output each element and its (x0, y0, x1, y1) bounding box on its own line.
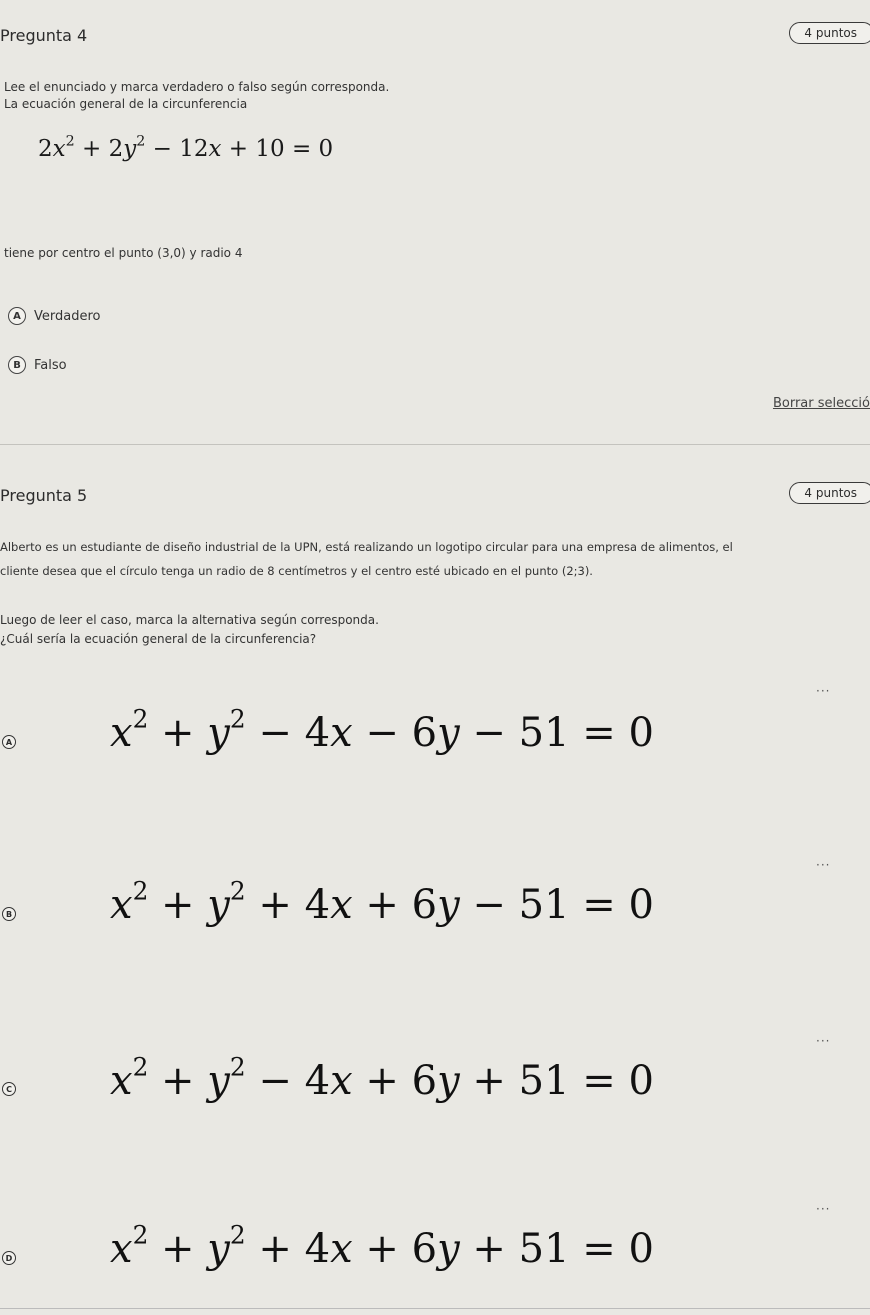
question-4-title: Pregunta 4 (0, 26, 88, 45)
eq-y-term: − 6 (352, 710, 438, 756)
answer-letter-c: C (2, 1082, 16, 1096)
answer-equation-b: x2 + y2 + 4x + 6y − 51 = 0 (110, 876, 654, 928)
question-5-paragraph-line-1: Alberto es un estudiante de diseño indus… (0, 540, 733, 554)
more-options-icon[interactable]: ··· (816, 858, 830, 872)
question-4-statement-intro: La ecuación general de la circunferencia (4, 97, 248, 111)
eq-constant: − 51 = 0 (459, 710, 654, 756)
question-5-option-c[interactable]: C x2 + y2 − 4x + 6y + 51 = 0 ··· (0, 1034, 870, 1132)
question-5-header: Pregunta 5 4 puntos (0, 482, 870, 516)
question-5-title: Pregunta 5 (0, 486, 88, 505)
question-4-option-a[interactable]: A Verdadero (8, 303, 100, 329)
quiz-page: Pregunta 4 4 puntos Lee el enunciado y m… (0, 0, 870, 1315)
more-options-icon[interactable]: ··· (816, 1034, 830, 1048)
answer-equation-d: x2 + y2 + 4x + 6y + 51 = 0 (110, 1220, 654, 1272)
question-5-points-badge: 4 puntos (789, 482, 870, 504)
question-5-option-b[interactable]: B x2 + y2 + 4x + 6y − 51 = 0 ··· (0, 858, 870, 954)
more-options-icon[interactable]: ··· (816, 1202, 830, 1216)
question-4-header: Pregunta 4 4 puntos (0, 22, 870, 56)
eq-x-term: − 4 (245, 710, 331, 756)
option-label-a: Verdadero (34, 308, 101, 324)
question-4-option-b[interactable]: B Falso (8, 352, 67, 378)
answer-equation-a: x2 + y2 − 4x − 6y − 51 = 0 (110, 704, 654, 756)
eq-y-term: + 6 (352, 1226, 438, 1272)
clear-selection-link[interactable]: Borrar selecció (773, 396, 870, 411)
answer-letter-d: D (2, 1251, 16, 1265)
eq-x-term: + 4 (245, 882, 331, 928)
question-4-statement-end: tiene por centro el punto (3,0) y radio … (4, 246, 243, 260)
answer-letter-b: B (2, 907, 16, 921)
question-5-paragraph-line-2: cliente desea que el círculo tenga un ra… (0, 564, 593, 578)
question-5-option-d[interactable]: D x2 + y2 + 4x + 6y + 51 = 0 ··· (0, 1202, 870, 1302)
question-4-points-badge: 4 puntos (789, 22, 870, 44)
question-4-instruction: Lee el enunciado y marca verdadero o fal… (4, 80, 390, 94)
eq-y-term: + 6 (352, 1058, 438, 1104)
eq-x-term: − 4 (245, 1058, 331, 1104)
answer-letter-a: A (2, 735, 16, 749)
option-letter-a: A (8, 307, 26, 325)
eq-constant: + 51 = 0 (459, 1226, 654, 1272)
question-5-instruction: Luego de leer el caso, marca la alternat… (0, 613, 379, 627)
eq-constant: − 51 = 0 (459, 882, 654, 928)
question-5-option-a[interactable]: A x2 + y2 − 4x − 6y − 51 = 0 ··· (0, 684, 870, 780)
eq-term-b: 2 (108, 136, 124, 162)
eq-term-rest: − 12 (145, 136, 209, 162)
answer-equation-c: x2 + y2 − 4x + 6y + 51 = 0 (110, 1052, 654, 1104)
question-divider (0, 444, 870, 445)
option-letter-b: B (8, 356, 26, 374)
eq-term-a: 2 (38, 136, 53, 162)
eq-y-term: + 6 (352, 882, 438, 928)
more-options-icon[interactable]: ··· (816, 684, 830, 698)
question-4-equation: 2x2 + 2y2 − 12x + 10 = 0 (38, 133, 334, 162)
eq-x-term: + 4 (245, 1226, 331, 1272)
question-5-question: ¿Cuál sería la ecuación general de la ci… (0, 632, 317, 646)
eq-constant: + 51 = 0 (459, 1058, 654, 1104)
option-label-b: Falso (34, 357, 67, 373)
eq-term-tail: + 10 = 0 (221, 136, 334, 162)
bottom-divider (0, 1308, 870, 1309)
